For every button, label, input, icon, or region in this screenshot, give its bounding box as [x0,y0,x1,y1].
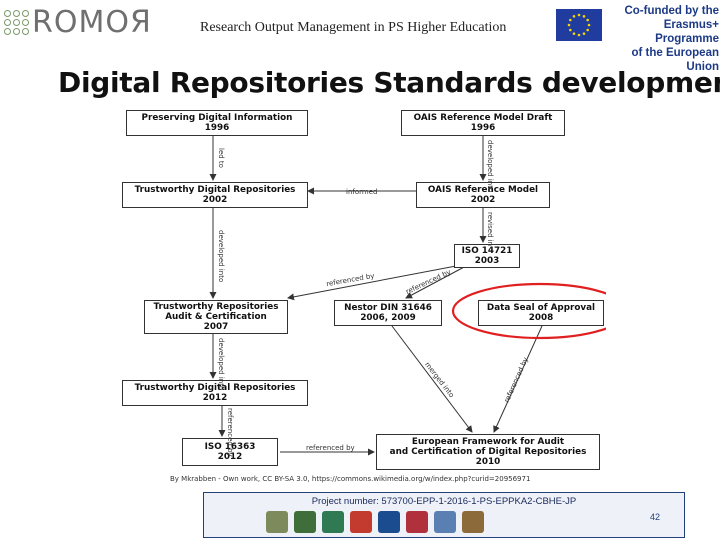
footer-project-box: Project number: 573700-EPP-1-2016-1-PS-E… [203,492,685,538]
edge-label-referenced-by-3: referenced by [226,408,234,457]
node-trustworthy-digital-repositories-2002: Trustworthy Digital Repositories 2002 [122,182,308,208]
partner-logos [266,511,484,533]
logo-text: ROMOЯ [32,4,152,40]
header-title: Research Output Management in PS Higher … [200,20,507,35]
node-nestor-din-31646: Nestor DIN 31646 2006, 2009 [334,300,442,326]
edge-merged-into [391,325,473,433]
eu-funding-text: Co-funded by the Erasmus+ Programme of t… [607,4,719,74]
partner-logo-icon [350,511,372,533]
eu-star-icon [569,18,572,22]
eu-star-icon [569,28,572,32]
partner-logo-icon [266,511,288,533]
node-oais-reference-model-draft: OAIS Reference Model Draft 1996 [401,110,565,136]
partner-logo-icon [406,511,428,533]
edge-label-developed-into-3: developed into [217,338,225,391]
standards-diagram: Preserving Digital Information 1996 OAIS… [122,104,606,472]
node-trustworthy-digital-repositories-2012: Trustworthy Digital Repositories 2012 [122,380,308,406]
partner-logo-icon [294,511,316,533]
partner-logo-icon [462,511,484,533]
logo-dots-icon [4,9,29,35]
node-iso-14721: ISO 14721 2003 [454,244,520,268]
slide-title: Digital Repositories Standards developme… [58,66,720,99]
eu-star-icon [587,23,591,27]
eu-star-icon [586,28,589,32]
node-european-framework: European Framework for Audit and Certifi… [376,434,600,470]
eu-star-icon [572,32,576,35]
eu-star-icon [577,13,581,17]
edge-label-developed-into-2: developed into [217,230,225,283]
edge-label-developed-into-1: developed into [486,140,494,193]
node-preserving-digital-information: Preserving Digital Information 1996 [126,110,308,136]
node-data-seal-of-approval: Data Seal of Approval 2008 [478,300,604,326]
edge-label-revised-in: revised in [486,212,494,247]
node-trustworthy-repositories-audit-certification: Trustworthy Repositories Audit & Certifi… [144,300,288,334]
edge-label-informed: informed [346,188,378,196]
eu-star-icon [586,18,589,22]
eu-star-icon [582,15,586,18]
edge-label-led-to: led to [217,148,225,168]
diagram-edges [209,136,606,456]
edge-label-referenced-by-4: referenced by [306,444,355,452]
page-number: 42 [650,512,661,522]
eu-line-2: Erasmus+ Programme [655,19,719,45]
project-number: Project number: 573700-EPP-1-2016-1-PS-E… [311,496,577,507]
eu-star-icon [582,32,586,35]
node-oais-reference-model-2002: OAIS Reference Model 2002 [416,182,550,208]
eu-flag-icon [556,9,602,41]
partner-logo-icon [434,511,456,533]
eu-star-icon [572,15,576,18]
eu-star-icon [567,23,571,27]
eu-star-icon [577,33,581,37]
eu-line-1: Co-funded by the [624,5,719,17]
partner-logo-icon [378,511,400,533]
partner-logo-icon [322,511,344,533]
romor-logo: ROMOЯ [4,4,151,40]
image-attribution-caption: By Mkrabben - Own work, CC BY-SA 3.0, ht… [170,475,531,483]
